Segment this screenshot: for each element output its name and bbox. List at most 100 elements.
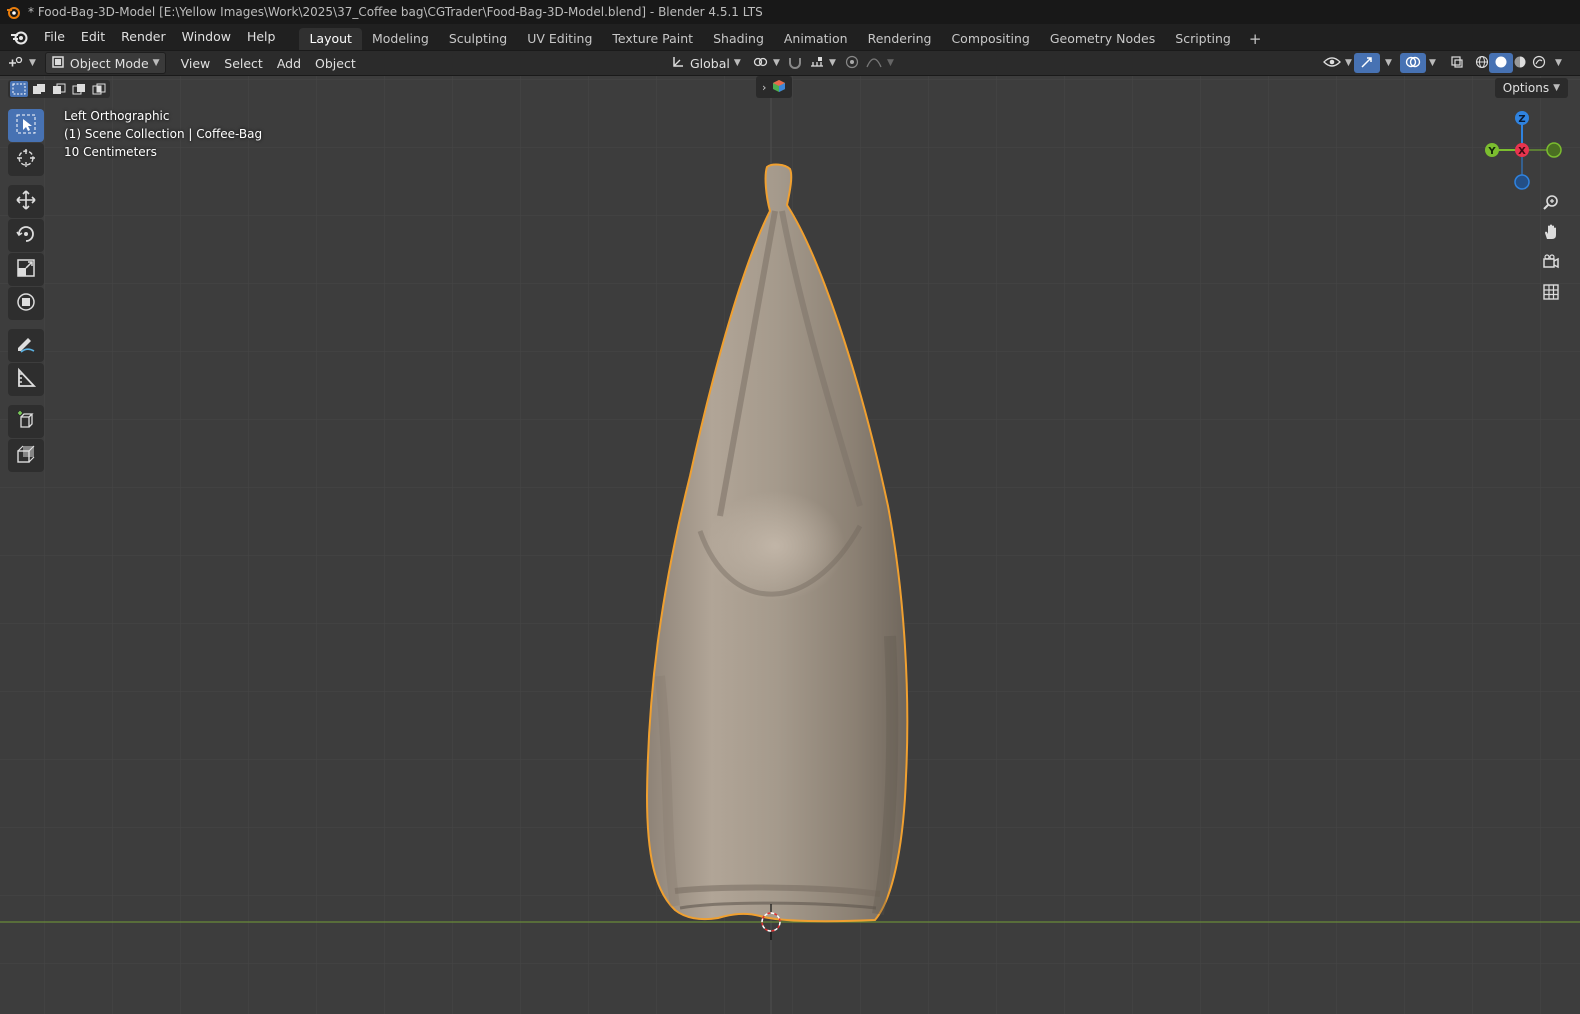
hand-icon bbox=[1542, 223, 1560, 244]
add-cube-tool[interactable] bbox=[8, 405, 44, 438]
proportional-edit-icon bbox=[845, 55, 859, 72]
editor-type-icon bbox=[7, 55, 25, 72]
header-menu-select[interactable]: Select bbox=[219, 53, 268, 73]
select-subtract-icon[interactable] bbox=[50, 81, 68, 97]
tab-animation[interactable]: Animation bbox=[774, 28, 858, 50]
title-bar: * Food-Bag-3D-Model [E:\Yellow Images\Wo… bbox=[0, 0, 1580, 24]
tab-layout[interactable]: Layout bbox=[299, 28, 362, 50]
grid-scale-label: 10 Centimeters bbox=[64, 145, 157, 159]
tab-texture-paint[interactable]: Texture Paint bbox=[602, 28, 703, 50]
chevron-down-icon: ▼ bbox=[887, 58, 894, 68]
pivot-point-dropdown[interactable]: ▼ bbox=[748, 53, 785, 73]
gizmo-y-label: Y bbox=[1487, 146, 1496, 157]
pencil-icon bbox=[15, 333, 37, 358]
add-workspace-button[interactable]: + bbox=[1241, 28, 1270, 50]
cursor-crosshair-icon bbox=[15, 147, 37, 172]
header-menu-view[interactable]: View bbox=[176, 53, 216, 73]
xray-icon bbox=[1450, 55, 1464, 72]
xray-toggle[interactable] bbox=[1445, 53, 1469, 73]
menu-help[interactable]: Help bbox=[239, 24, 284, 50]
select-extend-icon[interactable] bbox=[30, 81, 48, 97]
scene-cube-icon bbox=[772, 79, 786, 96]
camera-view-button[interactable] bbox=[1540, 252, 1562, 274]
tab-shading[interactable]: Shading bbox=[703, 28, 774, 50]
snap-target-dropdown[interactable]: ▼ bbox=[804, 53, 841, 73]
orientation-label: Global bbox=[690, 55, 730, 71]
viewport-header: ▼ Object Mode ▼ View Select Add Object G… bbox=[0, 50, 1580, 76]
measure-tool[interactable] bbox=[8, 363, 44, 396]
transform-orientation-dropdown[interactable]: Global ▼ bbox=[666, 53, 746, 73]
camera-icon bbox=[1542, 253, 1560, 274]
3d-viewport[interactable]: › Options ▼ Left Orthographic (1) Scene … bbox=[0, 76, 1580, 1014]
select-new-icon[interactable] bbox=[10, 81, 28, 97]
select-invert-icon[interactable] bbox=[70, 81, 88, 97]
chevron-right-icon: › bbox=[762, 80, 767, 94]
gizmo-x-label: X bbox=[1518, 146, 1526, 157]
options-dropdown[interactable]: Options ▼ bbox=[1494, 78, 1568, 98]
zoom-view-button[interactable] bbox=[1540, 192, 1562, 214]
shading-dropdown[interactable]: ▼ bbox=[1546, 53, 1567, 73]
viewport-info: Left Orthographic (1) Scene Collection |… bbox=[64, 107, 262, 161]
viewport-canvas bbox=[0, 76, 1580, 1014]
zoom-magnifier-icon bbox=[1542, 193, 1560, 214]
select-box-tool[interactable] bbox=[8, 109, 44, 142]
chevron-down-icon: ▼ bbox=[733, 58, 741, 68]
chevron-down-icon: ▼ bbox=[1429, 58, 1436, 68]
transform-tool[interactable] bbox=[8, 287, 44, 320]
rotate-tool[interactable] bbox=[8, 219, 44, 252]
snap-increment-icon bbox=[809, 55, 825, 72]
menu-edit[interactable]: Edit bbox=[73, 24, 113, 50]
eye-icon bbox=[1323, 55, 1341, 72]
tab-rendering[interactable]: Rendering bbox=[858, 28, 942, 50]
menu-window[interactable]: Window bbox=[174, 24, 239, 50]
add-cube-icon bbox=[15, 409, 37, 434]
scale-tool[interactable] bbox=[8, 253, 44, 286]
view-name: Left Orthographic bbox=[64, 109, 170, 123]
chevron-down-icon: ▼ bbox=[1385, 58, 1392, 68]
navigation-gizmo[interactable]: Z Y X bbox=[1480, 106, 1564, 193]
tab-uv-editing[interactable]: UV Editing bbox=[517, 28, 602, 50]
gizmo-z-label: Z bbox=[1518, 114, 1525, 125]
tool-shelf bbox=[8, 108, 48, 473]
gizmo-dropdown[interactable]: ▼ bbox=[1376, 53, 1397, 73]
cursor-tool[interactable] bbox=[8, 143, 44, 176]
blender-menu-icon[interactable] bbox=[8, 26, 30, 48]
tab-scripting[interactable]: Scripting bbox=[1165, 28, 1241, 50]
workspace-tabs: Layout Modeling Sculpting UV Editing Tex… bbox=[299, 24, 1269, 50]
header-menu-add[interactable]: Add bbox=[272, 53, 306, 73]
chevron-down-icon: ▼ bbox=[773, 58, 780, 68]
tab-sculpting[interactable]: Sculpting bbox=[439, 28, 517, 50]
magnet-icon bbox=[787, 55, 803, 72]
move-tool[interactable] bbox=[8, 185, 44, 218]
chevron-down-icon: ▼ bbox=[152, 58, 160, 68]
visibility-dropdown[interactable]: ▼ bbox=[1318, 53, 1357, 73]
proportional-falloff-dropdown[interactable]: ▼ bbox=[860, 53, 899, 73]
header-menu-object[interactable]: Object bbox=[310, 53, 361, 73]
ruler-icon bbox=[15, 367, 37, 392]
window-title: * Food-Bag-3D-Model [E:\Yellow Images\Wo… bbox=[28, 5, 763, 19]
menu-render[interactable]: Render bbox=[113, 24, 174, 50]
orientation-icon bbox=[671, 55, 685, 72]
overlays-dropdown[interactable]: ▼ bbox=[1420, 53, 1441, 73]
extrude-icon bbox=[15, 443, 37, 468]
material-sphere-icon bbox=[1513, 55, 1527, 72]
extrude-tool[interactable] bbox=[8, 439, 44, 472]
menu-file[interactable]: File bbox=[36, 24, 73, 50]
tab-geometry-nodes[interactable]: Geometry Nodes bbox=[1040, 28, 1165, 50]
transform-icon bbox=[15, 291, 37, 316]
pan-view-button[interactable] bbox=[1540, 222, 1562, 244]
top-menu-bar: File Edit Render Window Help Layout Mode… bbox=[0, 24, 1580, 50]
tab-modeling[interactable]: Modeling bbox=[362, 28, 439, 50]
falloff-curve-icon bbox=[865, 55, 883, 72]
tab-compositing[interactable]: Compositing bbox=[941, 28, 1039, 50]
chevron-down-icon: ▼ bbox=[1555, 58, 1562, 68]
select-intersect-icon[interactable] bbox=[90, 81, 108, 97]
options-label: Options bbox=[1502, 81, 1550, 95]
mode-dropdown[interactable]: Object Mode ▼ bbox=[44, 52, 166, 74]
editor-type-button[interactable]: ▼ bbox=[2, 53, 41, 73]
annotate-tool[interactable] bbox=[8, 329, 44, 362]
chevron-down-icon: ▼ bbox=[29, 58, 36, 68]
ortho-persp-toggle-button[interactable] bbox=[1540, 282, 1562, 304]
blender-logo-icon bbox=[4, 3, 22, 21]
collapsed-header-toggle[interactable]: › bbox=[756, 76, 793, 98]
